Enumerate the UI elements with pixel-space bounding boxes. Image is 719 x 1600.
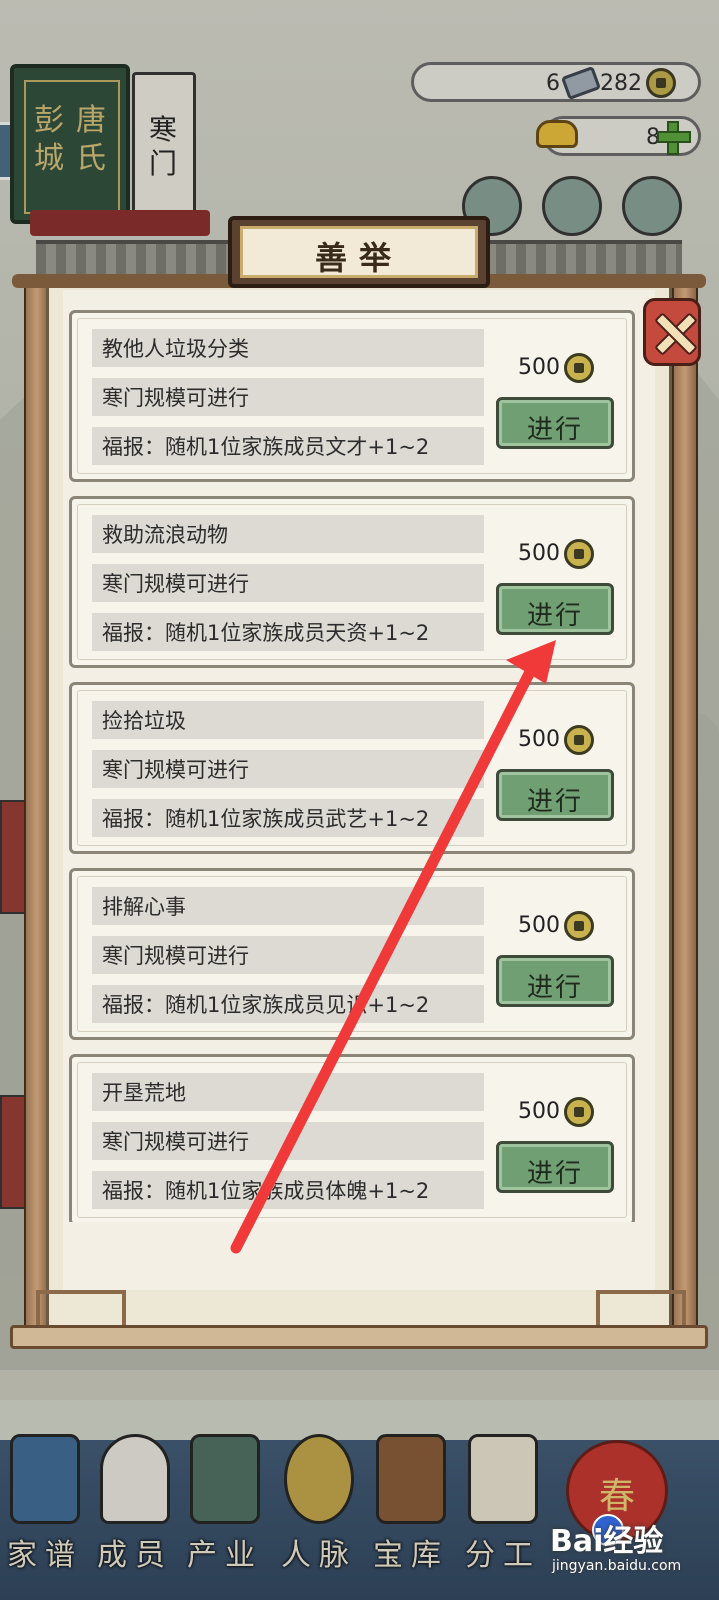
deed-requirement: 寒门规模可进行 <box>102 758 249 782</box>
watermark-site: jingyan.baidu.com <box>552 1558 682 1574</box>
deed-requirement: 寒门规模可进行 <box>102 1130 249 1154</box>
coin-icon <box>564 911 594 941</box>
lattice-decoration-right <box>596 1290 686 1326</box>
deed-name: 救助流浪动物 <box>102 523 228 547</box>
proceed-button[interactable]: 进行 <box>496 769 614 821</box>
coin-icon <box>564 353 594 383</box>
deed-card: 开垦荒地 寒门规模可进行 福报：随机1位家族成员体魄+1~2 500 进行 <box>69 1054 635 1222</box>
proceed-button-label: 进行 <box>526 787 583 817</box>
deed-name: 排解心事 <box>102 895 186 919</box>
right-pillar <box>672 280 698 1344</box>
baidu-watermark: Bai经验 jingyan.baidu.com <box>540 1508 710 1578</box>
coin-icon <box>564 539 594 569</box>
deed-card: 教他人垃圾分类 寒门规模可进行 福报：随机1位家族成员文才+1~2 500 进行 <box>69 310 635 482</box>
proceed-button[interactable]: 进行 <box>496 1141 614 1193</box>
proceed-button[interactable]: 进行 <box>496 397 614 449</box>
coin-icon <box>564 725 594 755</box>
deed-reward: 福报：随机1位家族成员武艺+1~2 <box>102 807 430 831</box>
watermark-brand: Bai经验 <box>550 1524 664 1559</box>
proceed-button-label: 进行 <box>526 973 583 1003</box>
proceed-button-label: 进行 <box>526 1159 583 1189</box>
deed-cost-value: 500 <box>518 355 560 380</box>
proceed-button[interactable]: 进行 <box>496 955 614 1007</box>
good-deeds-list[interactable]: 教他人垃圾分类 寒门规模可进行 福报：随机1位家族成员文才+1~2 500 进行… <box>60 306 660 1222</box>
deed-cost: 500 <box>518 353 638 387</box>
deed-card: 捡拾垃圾 寒门规模可进行 福报：随机1位家族成员武艺+1~2 500 进行 <box>69 682 635 854</box>
deed-requirement: 寒门规模可进行 <box>102 386 249 410</box>
deed-cost-value: 500 <box>518 541 560 566</box>
deed-cost: 500 <box>518 911 638 945</box>
deed-reward: 福报：随机1位家族成员体魄+1~2 <box>102 1179 430 1203</box>
proceed-button[interactable]: 进行 <box>496 583 614 635</box>
dialog-title-plaque: 善举 <box>228 216 490 288</box>
deed-name: 教他人垃圾分类 <box>102 337 249 361</box>
deed-requirement: 寒门规模可进行 <box>102 944 249 968</box>
proceed-button-label: 进行 <box>526 415 583 445</box>
deed-name: 捡拾垃圾 <box>102 709 186 733</box>
deed-reward: 福报：随机1位家族成员见识+1~2 <box>102 993 430 1017</box>
lattice-decoration-left <box>36 1290 126 1326</box>
deed-cost-value: 500 <box>518 913 560 938</box>
deed-name: 开垦荒地 <box>102 1081 186 1105</box>
proceed-button-label: 进行 <box>526 601 583 631</box>
deed-cost-value: 500 <box>518 727 560 752</box>
deed-card: 救助流浪动物 寒门规模可进行 福报：随机1位家族成员天资+1~2 500 进行 <box>69 496 635 668</box>
deed-requirement: 寒门规模可进行 <box>102 572 249 596</box>
dialog-title: 善举 <box>314 239 403 277</box>
deed-cost-value: 500 <box>518 1099 560 1124</box>
dialog-base <box>10 1325 708 1349</box>
deed-reward: 福报：随机1位家族成员文才+1~2 <box>102 435 430 459</box>
deed-cost: 500 <box>518 725 638 759</box>
deed-cost: 500 <box>518 1097 638 1131</box>
deed-reward: 福报：随机1位家族成员天资+1~2 <box>102 621 430 645</box>
coin-icon <box>564 1097 594 1127</box>
deed-card: 排解心事 寒门规模可进行 福报：随机1位家族成员见识+1~2 500 进行 <box>69 868 635 1040</box>
deed-cost: 500 <box>518 539 638 573</box>
